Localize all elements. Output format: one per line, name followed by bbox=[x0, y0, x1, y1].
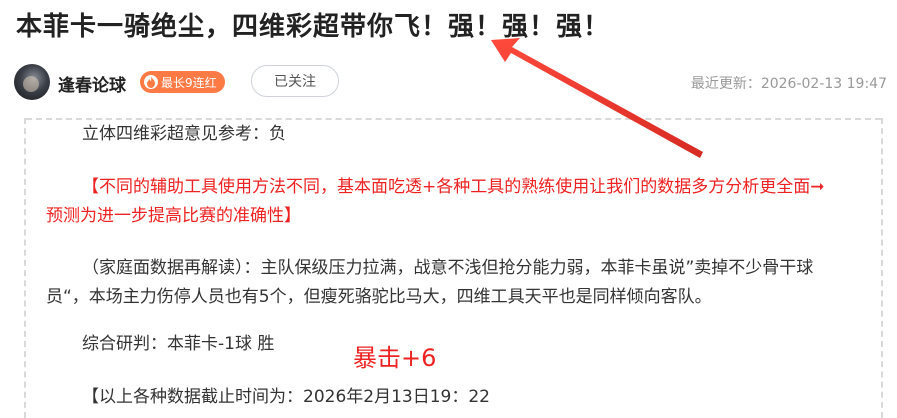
author-name[interactable]: 逢春论球 bbox=[58, 71, 126, 96]
streak-label: 最长9连红 bbox=[161, 75, 217, 90]
article-title: 本菲卡一骑绝尘，四维彩超带你飞！强！强！强！ bbox=[16, 12, 611, 42]
paragraph-note-line1: 【不同的辅助工具使用方法不同，基本面吃透+各种工具的熟练使用让我们的数据多方分析… bbox=[82, 177, 825, 197]
paragraph-analysis-line2: 员“，本场主力伤停人员也有5个，但瘦死骆驼比马大，四维工具天平也是同样倾向客队。 bbox=[46, 287, 712, 307]
annotation-text: 暴击+6 bbox=[353, 344, 437, 372]
update-time: 最近更新：2026-02-13 19:47 bbox=[691, 73, 887, 93]
article-body: 立体四维彩超意见参考：负 【不同的辅助工具使用方法不同，基本面吃透+各种工具的熟… bbox=[24, 118, 883, 418]
author-bar: 逢春论球 最长9连红 已关注 最近更新：2026-02-13 19:47 bbox=[14, 62, 887, 102]
paragraph-note-line2: 预测为进一步提高比赛的准确性】 bbox=[46, 206, 301, 226]
paragraph-forecast: 立体四维彩超意见参考：负 bbox=[82, 124, 286, 144]
update-time-value: 2026-02-13 19:47 bbox=[760, 76, 887, 92]
flame-icon bbox=[144, 75, 158, 89]
follow-button[interactable]: 已关注 bbox=[251, 65, 339, 97]
avatar[interactable] bbox=[14, 64, 50, 100]
paragraph-analysis-line1: （家庭面数据再解读）：主队保级压力拉满，战意不浅但抢分能力弱，本菲卡虽说”卖掉不… bbox=[82, 258, 814, 278]
streak-badge: 最长9连红 bbox=[140, 71, 225, 93]
paragraph-cutoff-time: 【以上各种数据截止时间为：2026年2月13日19：22 bbox=[82, 387, 490, 407]
paragraph-verdict: 综合研判：本菲卡-1球 胜 bbox=[82, 334, 275, 354]
update-time-label: 最近更新： bbox=[690, 76, 761, 92]
